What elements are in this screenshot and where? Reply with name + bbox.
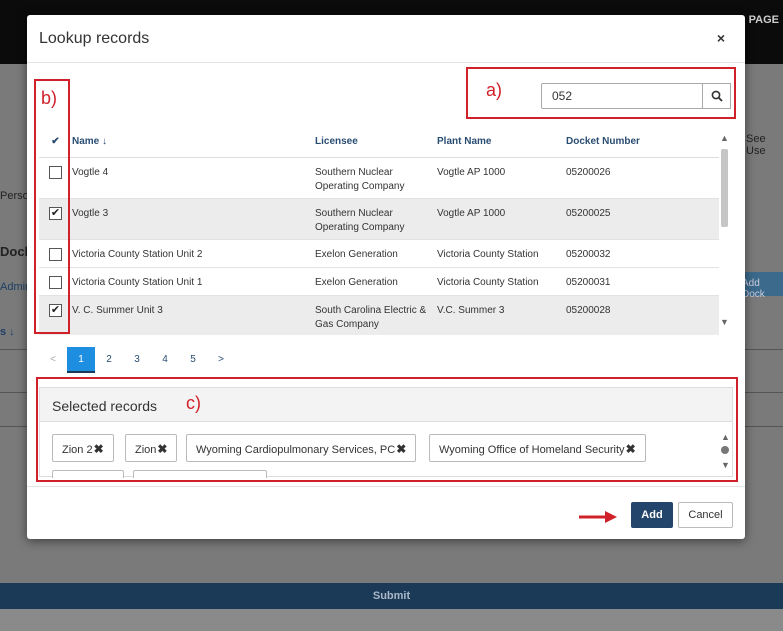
row-checkbox[interactable] bbox=[49, 165, 62, 179]
row-docket-number: 05200032 bbox=[566, 239, 719, 268]
table-row[interactable]: ✔ V. C. Summer Unit 3 South Carolina Ele… bbox=[39, 295, 719, 335]
row-licensee: Exelon Generation bbox=[315, 239, 437, 268]
background-person-label: Perso bbox=[0, 190, 29, 202]
background-see-use-link: See Use bbox=[746, 133, 766, 157]
annotation-arrow-icon bbox=[579, 511, 617, 523]
annotation-label-b: b) bbox=[41, 88, 58, 108]
row-checkbox[interactable]: ✔ bbox=[49, 206, 62, 220]
table-row[interactable]: Victoria County Station Unit 1 Exelon Ge… bbox=[39, 267, 719, 296]
row-plant-name: V.C. Summer 3 bbox=[437, 295, 566, 335]
row-licensee: Exelon Generation bbox=[315, 267, 437, 296]
background-footer bbox=[0, 609, 783, 631]
search-button[interactable] bbox=[702, 83, 731, 109]
annotation-label-a: a) bbox=[486, 80, 503, 100]
column-header-plant-name[interactable]: Plant Name bbox=[437, 127, 566, 158]
tag-label: Wyoming Cardiopulmonary Services, PC bbox=[196, 444, 396, 456]
pagination: < 1 2 3 4 5 > bbox=[39, 347, 235, 373]
remove-tag-icon[interactable]: ✖ bbox=[396, 442, 406, 456]
row-licensee: Southern Nuclear Operating Company bbox=[315, 157, 437, 199]
scroll-down-icon[interactable]: ▼ bbox=[721, 460, 730, 470]
scroll-down-icon[interactable]: ▼ bbox=[720, 317, 729, 327]
row-name: V. C. Summer Unit 3 bbox=[72, 295, 315, 335]
remove-tag-icon[interactable]: ✖ bbox=[626, 442, 636, 456]
row-name: Victoria County Station Unit 2 bbox=[72, 239, 315, 268]
scroll-up-icon[interactable]: ▲ bbox=[721, 432, 730, 442]
table-header-row: ✔ Name ↓ Licensee Plant Name Docket Numb… bbox=[39, 127, 719, 158]
search-input[interactable] bbox=[541, 83, 703, 109]
remove-tag-icon[interactable]: ✖ bbox=[157, 442, 167, 456]
background-submit-button: Submit bbox=[0, 583, 783, 609]
tags-scrollbar[interactable]: ▲ ▼ bbox=[720, 428, 732, 474]
pager-page-4[interactable]: 4 bbox=[151, 347, 179, 373]
modal-header: Lookup records × bbox=[27, 15, 745, 63]
row-name: Vogtle 3 bbox=[72, 198, 315, 240]
tag-label: Zion bbox=[135, 444, 157, 456]
tag-label: Zion 2 bbox=[62, 444, 93, 456]
selected-tag: Zion 2✖ bbox=[52, 434, 114, 462]
background-page-label: PAGE bbox=[748, 14, 779, 26]
table-row[interactable]: Victoria County Station Unit 2 Exelon Ge… bbox=[39, 239, 719, 268]
close-icon[interactable]: × bbox=[717, 30, 725, 46]
remove-tag-icon[interactable]: ✖ bbox=[94, 442, 104, 456]
row-checkbox[interactable] bbox=[49, 247, 62, 261]
row-name: Victoria County Station Unit 1 bbox=[72, 267, 315, 296]
pager-page-2[interactable]: 2 bbox=[95, 347, 123, 373]
row-name: Vogtle 4 bbox=[72, 157, 315, 199]
column-header-licensee[interactable]: Licensee bbox=[315, 127, 437, 158]
column-header-docket-number[interactable]: Docket Number bbox=[566, 127, 719, 158]
scrollbar-thumb[interactable] bbox=[721, 149, 728, 227]
pager-page-3[interactable]: 3 bbox=[123, 347, 151, 373]
row-plant-name: Victoria County Station bbox=[437, 267, 566, 296]
pager-page-1[interactable]: 1 bbox=[67, 347, 95, 373]
selected-tag-partial bbox=[133, 470, 267, 478]
scrollbar-thumb[interactable] bbox=[721, 446, 729, 454]
add-button[interactable]: Add bbox=[631, 502, 673, 528]
tag-label: Wyoming Office of Homeland Security bbox=[439, 444, 625, 456]
row-checkbox[interactable]: ✔ bbox=[49, 303, 62, 317]
row-licensee: South Carolina Electric & Gas Company bbox=[315, 295, 437, 335]
cancel-button[interactable]: Cancel bbox=[678, 502, 733, 528]
table-scrollbar[interactable]: ▲ ▼ bbox=[719, 133, 731, 329]
column-header-name[interactable]: Name ↓ bbox=[72, 127, 315, 158]
row-docket-number: 05200031 bbox=[566, 267, 719, 296]
row-plant-name: Victoria County Station bbox=[437, 239, 566, 268]
selected-tag: Wyoming Office of Homeland Security✖ bbox=[429, 434, 646, 462]
selected-tag: Zion✖ bbox=[125, 434, 178, 462]
modal-title: Lookup records bbox=[39, 30, 150, 47]
pager-page-5[interactable]: 5 bbox=[179, 347, 207, 373]
row-docket-number: 05200025 bbox=[566, 198, 719, 240]
row-licensee: Southern Nuclear Operating Company bbox=[315, 198, 437, 240]
selected-records-panel: Selected records Zion 2✖ Zion✖ Wyoming C… bbox=[39, 387, 733, 478]
row-plant-name: Vogtle AP 1000 bbox=[437, 198, 566, 240]
selected-tag: Wyoming Cardiopulmonary Services, PC✖ bbox=[186, 434, 417, 462]
select-all-checkmark[interactable]: ✔ bbox=[39, 127, 72, 158]
records-table: ✔ Name ↓ Licensee Plant Name Docket Numb… bbox=[39, 127, 719, 335]
annotation-label-c: c) bbox=[186, 393, 201, 413]
row-checkbox[interactable] bbox=[49, 275, 62, 289]
row-plant-name: Vogtle AP 1000 bbox=[437, 157, 566, 199]
pager-next[interactable]: > bbox=[207, 347, 235, 373]
background-sort-header: s ↓ bbox=[0, 326, 15, 338]
table-row[interactable]: ✔ Vogtle 3 Southern Nuclear Operating Co… bbox=[39, 198, 719, 240]
row-docket-number: 05200026 bbox=[566, 157, 719, 199]
selected-tags: Zion 2✖ Zion✖ Wyoming Cardiopulmonary Se… bbox=[52, 434, 716, 478]
modal-footer: Add Cancel bbox=[27, 486, 745, 539]
selected-tag-partial bbox=[52, 470, 124, 478]
table-row[interactable]: Vogtle 4 Southern Nuclear Operating Comp… bbox=[39, 157, 719, 199]
scroll-up-icon[interactable]: ▲ bbox=[720, 133, 729, 143]
row-docket-number: 05200028 bbox=[566, 295, 719, 335]
selected-records-heading: Selected records bbox=[40, 388, 732, 422]
lookup-records-modal: Lookup records × ✔ Name ↓ Licensee Plant… bbox=[27, 15, 745, 539]
pager-prev[interactable]: < bbox=[39, 347, 67, 373]
search-icon bbox=[711, 90, 723, 102]
